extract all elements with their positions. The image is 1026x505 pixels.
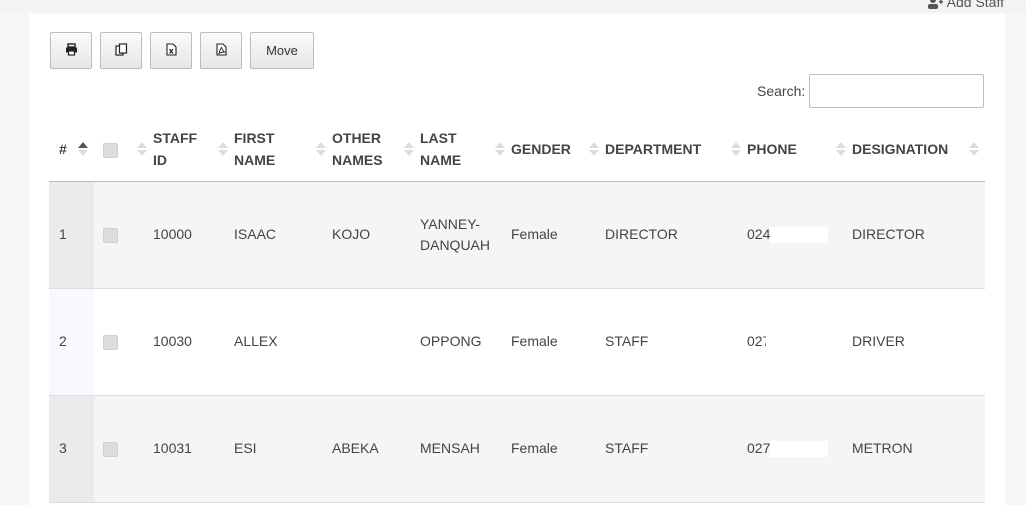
cell-gender: Female: [511, 181, 605, 289]
cell-phone: 027.: [747, 395, 852, 503]
cell-gender: Female: [511, 395, 605, 503]
cell-first-name: ISAAC: [234, 181, 332, 289]
column-header-first-name[interactable]: FIRST NAME: [234, 117, 332, 182]
pdf-button[interactable]: [200, 32, 242, 69]
sort-icon: [402, 140, 416, 158]
add-staff-link[interactable]: Add Staff: [927, 0, 1004, 10]
cell-last-name: OPPONG: [420, 288, 511, 396]
cell-staff-id: 10000: [153, 181, 234, 289]
cell-gender: Female: [511, 288, 605, 396]
top-strip: [0, 0, 1026, 12]
column-header-other-names[interactable]: OTHER NAMES: [332, 117, 420, 182]
copy-button[interactable]: [100, 32, 142, 69]
row-checkbox[interactable]: [103, 334, 118, 350]
column-header-last-name[interactable]: LAST NAME: [420, 117, 511, 182]
column-header-phone[interactable]: PHONE: [747, 117, 852, 182]
sort-icon: [834, 140, 848, 158]
search-label: Search:: [757, 83, 806, 99]
excel-icon: [165, 42, 178, 59]
redaction-mask: [770, 441, 829, 458]
row-checkbox[interactable]: [103, 227, 118, 243]
sort-icon: [493, 140, 507, 158]
cell-department: STAFF: [605, 395, 747, 503]
cell-last-name: MENSAH: [420, 395, 511, 503]
table-row[interactable]: 3 10031 ESI ABEKA MENSAH Female STAFF 02…: [49, 395, 985, 503]
print-icon: [65, 42, 78, 59]
sort-icon: [135, 140, 149, 158]
redaction-mask: [770, 227, 829, 244]
cell-other-names: ABEKA: [332, 395, 420, 503]
cell-department: DIRECTOR: [605, 181, 747, 289]
cell-designation: DIRECTOR: [852, 181, 985, 289]
search-input[interactable]: [809, 74, 985, 108]
sort-icon: [967, 140, 981, 158]
sort-icon: [729, 140, 743, 158]
export-toolbar: Move: [50, 32, 314, 69]
column-header-gender[interactable]: GENDER: [511, 117, 605, 182]
column-header-designation[interactable]: DESIGNATION: [852, 117, 985, 182]
cell-first-name: ESI: [234, 395, 332, 503]
search-box: Search:: [757, 74, 985, 108]
column-header-staff-id[interactable]: STAFF ID: [153, 117, 234, 182]
cell-designation: DRIVER: [852, 288, 985, 396]
select-all-checkbox[interactable]: [103, 142, 118, 158]
cell-staff-id: 10031: [153, 395, 234, 503]
cell-department: STAFF: [605, 288, 747, 396]
cell-first-name: ALLEX: [234, 288, 332, 396]
sort-asc-icon: [76, 140, 90, 158]
sort-icon: [314, 140, 328, 158]
cell-index: 1: [49, 181, 94, 289]
table-row[interactable]: 1 10000 ISAAC KOJO YANNEY-DANQUAH Female…: [49, 181, 985, 289]
cell-last-name: YANNEY-DANQUAH: [420, 181, 511, 289]
table-row[interactable]: 2 10030 ALLEX OPPONG Female STAFF 027 DR…: [49, 288, 985, 396]
cell-designation: METRON: [852, 395, 985, 503]
column-header-department[interactable]: DEPARTMENT: [605, 117, 747, 182]
cell-index: 3: [49, 395, 94, 503]
move-button[interactable]: Move: [250, 32, 314, 69]
sort-icon: [216, 140, 230, 158]
excel-button[interactable]: [150, 32, 192, 69]
redaction-mask: [766, 334, 825, 351]
cell-index: 2: [49, 288, 94, 396]
print-button[interactable]: [50, 32, 92, 69]
cell-phone: 024.: [747, 181, 852, 289]
user-plus-icon: [927, 0, 943, 9]
cell-staff-id: 10030: [153, 288, 234, 396]
staff-table: # STAFF ID FIRST NAME OTHER NAMES LAST N…: [49, 117, 985, 503]
staff-panel: Move Search: # STAFF ID FIRST NAME OTHER…: [29, 14, 1005, 505]
row-checkbox[interactable]: [103, 441, 118, 457]
pdf-icon: [215, 42, 228, 59]
cell-other-names: KOJO: [332, 181, 420, 289]
cell-select: [94, 181, 153, 289]
add-staff-label: Add Staff: [946, 0, 1004, 10]
copy-icon: [114, 42, 128, 59]
cell-other-names: [332, 288, 420, 396]
sort-icon: [587, 140, 601, 158]
column-header-index[interactable]: #: [49, 117, 94, 182]
cell-select: [94, 395, 153, 503]
column-header-select[interactable]: [94, 117, 153, 182]
cell-select: [94, 288, 153, 396]
cell-phone: 027: [747, 288, 852, 396]
table-header-row: # STAFF ID FIRST NAME OTHER NAMES LAST N…: [49, 117, 985, 182]
